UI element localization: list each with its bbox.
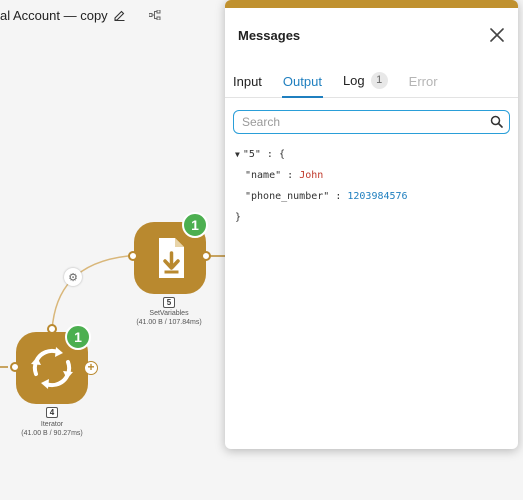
tab-error[interactable]: Error — [409, 74, 438, 97]
module-output-port[interactable] — [201, 251, 211, 261]
tab-output[interactable]: Output — [281, 74, 323, 98]
panel-header: Messages — [225, 8, 518, 62]
module-number: 4 — [46, 407, 58, 418]
json-close-line: } — [235, 207, 518, 228]
module-top-port[interactable] — [47, 324, 57, 334]
tab-label: Error — [408, 74, 438, 89]
json-string-value: John — [299, 170, 324, 181]
json-field-phone: "phone_number" : 1203984576 — [245, 191, 408, 202]
json-key: "name" — [245, 170, 282, 181]
module-iterator[interactable]: + 1 4 Iterator (41.00 B / 90.27ms) — [8, 324, 104, 440]
module-name: SetVariables — [149, 310, 189, 317]
log-count-badge: 1 — [370, 72, 388, 89]
message-tabs: Input Output Log 1 Error — [225, 62, 518, 98]
json-field-name: "name" : John — [245, 170, 324, 181]
module-input-port[interactable] — [128, 251, 138, 261]
messages-panel: Messages Input Output Log 1 Error Search… — [225, 0, 518, 449]
module-number: 5 — [163, 297, 175, 308]
gear-icon[interactable]: ⚙ — [64, 268, 82, 286]
add-module-icon[interactable]: + — [84, 361, 98, 375]
panel-accent-bar — [225, 0, 518, 8]
panel-title: Messages — [238, 27, 301, 43]
json-root-key: "5" — [242, 149, 261, 160]
search-box — [233, 110, 510, 134]
json-key: "phone_number" — [245, 191, 330, 202]
json-root-line[interactable]: ▼ "5" : { — [235, 144, 518, 165]
module-stats: (41.00 B / 90.27ms) — [21, 430, 83, 437]
module-stats: (41.00 B / 107.84ms) — [136, 319, 202, 326]
json-number-value: 1203984576 — [347, 191, 408, 202]
collapse-caret-icon[interactable]: ▼ — [235, 150, 240, 159]
search-input[interactable] — [234, 111, 509, 133]
close-icon[interactable] — [488, 26, 506, 44]
json-close-brace: } — [235, 212, 242, 223]
tab-label: Log — [342, 73, 365, 88]
module-name: Iterator — [40, 421, 64, 428]
module-input-port[interactable] — [10, 362, 20, 372]
operation-count-badge[interactable]: 1 — [65, 324, 91, 350]
tab-label: Output — [282, 74, 322, 89]
json-open-brace: { — [278, 149, 285, 160]
module-setvariables[interactable]: 1 5 SetVariables (41.00 B / 107.84ms) — [128, 212, 214, 328]
operation-count-badge[interactable]: 1 — [182, 212, 208, 238]
search-icon[interactable] — [490, 115, 503, 133]
output-json-tree: ▼ "5" : { "name" : John "phone_number" : … — [235, 144, 518, 228]
tab-label: Input — [233, 74, 262, 89]
tab-log[interactable]: Log 1 — [343, 72, 388, 97]
tab-input[interactable]: Input — [233, 74, 262, 97]
